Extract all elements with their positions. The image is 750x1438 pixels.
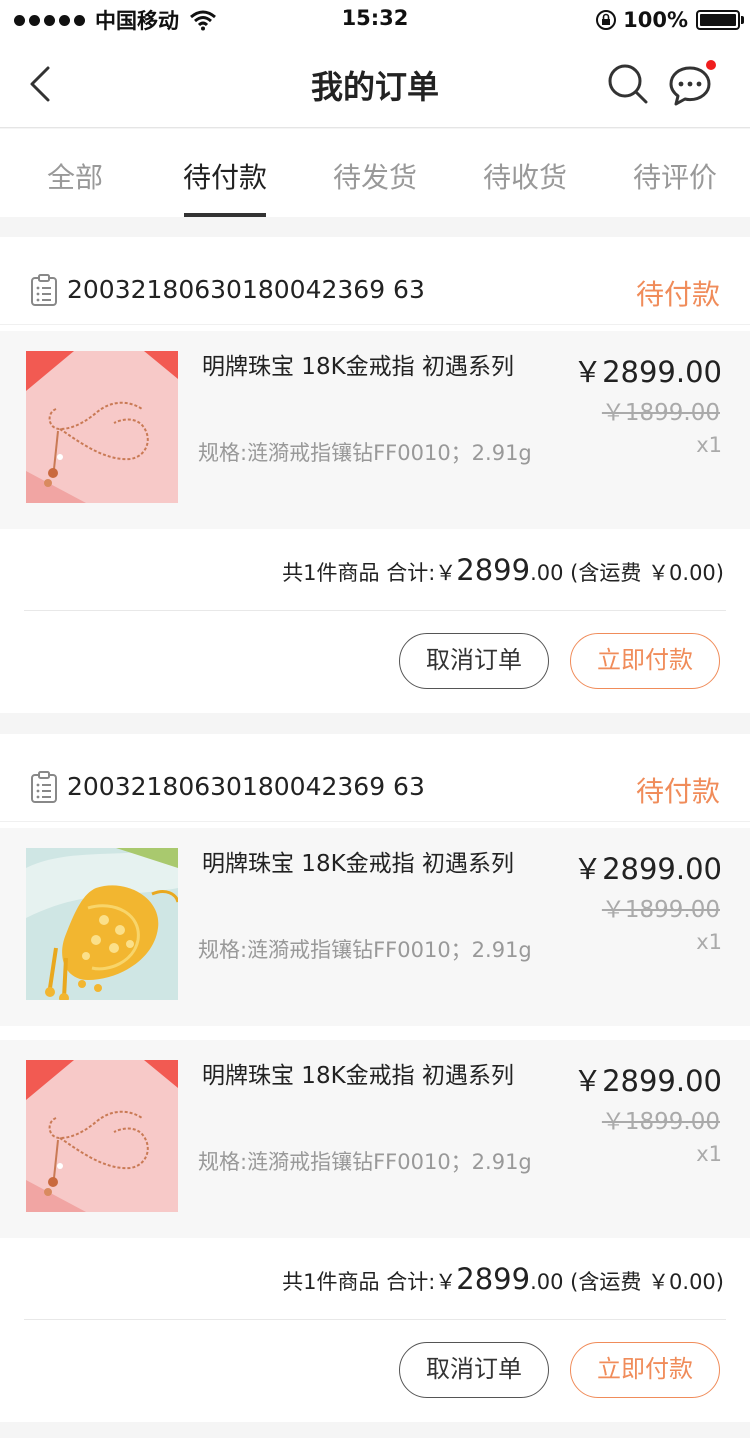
product-image xyxy=(26,1060,178,1212)
order-total: 共1件商品 合计:￥2899.00 (含运费 ￥0.00) xyxy=(282,1262,724,1296)
order-summary: 共1件商品 合计:￥2899.00 (含运费 ￥0.00) xyxy=(24,529,726,611)
product-quantity: x1 xyxy=(696,1142,722,1166)
order-item[interactable]: 明牌珠宝 18K金戒指 初遇系列 规格:涟漪戒指镶钻FF0010；2.91g ￥… xyxy=(0,1040,750,1238)
product-price: ￥2899.00 xyxy=(573,355,722,389)
nav-bar: 我的订单 xyxy=(0,40,750,128)
order-item[interactable]: 明牌珠宝 18K金戒指 初遇系列 规格:涟漪戒指镶钻FF0010；2.91g ￥… xyxy=(0,828,750,1026)
order-tabs: 全部 待付款 待发货 待收货 待评价 xyxy=(0,129,750,217)
product-name: 明牌珠宝 18K金戒指 初遇系列 xyxy=(202,354,514,380)
battery-percent: 100% xyxy=(623,8,688,32)
total-prefix: 共1件商品 合计:￥ xyxy=(282,561,457,585)
message-button[interactable] xyxy=(668,60,716,106)
product-price: ￥2899.00 xyxy=(573,1064,722,1098)
pay-now-button[interactable]: 立即付款 xyxy=(570,633,720,689)
total-suffix: .00 (含运费 ￥0.00) xyxy=(530,1270,724,1294)
order-number: 20032180630180042369 63 xyxy=(67,772,425,801)
tab-all[interactable]: 全部 xyxy=(0,129,150,217)
status-bar: 中国移动 15:32 100% xyxy=(0,0,750,40)
order-card: 20032180630180042369 63 待付款 明牌珠宝 18K金戒指 … xyxy=(0,734,750,1422)
order-summary: 共1件商品 合计:￥2899.00 (含运费 ￥0.00) xyxy=(24,1238,726,1320)
rotation-lock-icon xyxy=(596,10,617,30)
total-amount: 2899 xyxy=(456,1262,531,1296)
clipboard-icon xyxy=(31,771,57,803)
tab-pending-receipt[interactable]: 待收货 xyxy=(450,129,600,217)
product-price: ￥2899.00 xyxy=(573,852,722,886)
product-original-price: ￥1899.00 xyxy=(601,400,720,426)
cancel-order-button[interactable]: 取消订单 xyxy=(399,1342,549,1398)
search-icon[interactable] xyxy=(606,62,650,106)
product-quantity: x1 xyxy=(696,433,722,457)
message-icon xyxy=(669,66,711,106)
product-spec: 规格:涟漪戒指镶钻FF0010；2.91g xyxy=(198,1150,532,1174)
product-image xyxy=(26,351,178,503)
order-status: 待付款 xyxy=(635,775,720,808)
product-original-price: ￥1899.00 xyxy=(601,897,720,923)
order-card: 20032180630180042369 63 待付款 明牌珠宝 18K金戒指 … xyxy=(0,237,750,713)
status-right: 100% xyxy=(595,6,744,34)
order-item[interactable]: 明牌珠宝 18K金戒指 初遇系列 规格:涟漪戒指镶钻FF0010；2.91g ￥… xyxy=(0,331,750,529)
product-spec: 规格:涟漪戒指镶钻FF0010；2.91g xyxy=(198,441,532,465)
tab-pending-shipment[interactable]: 待发货 xyxy=(300,129,450,217)
order-actions: 取消订单 立即付款 xyxy=(0,1320,750,1422)
pay-now-button[interactable]: 立即付款 xyxy=(570,1342,720,1398)
order-status: 待付款 xyxy=(635,278,720,311)
total-prefix: 共1件商品 合计:￥ xyxy=(282,1270,457,1294)
total-suffix: .00 (含运费 ￥0.00) xyxy=(530,561,724,585)
product-original-price: ￥1899.00 xyxy=(601,1109,720,1135)
product-quantity: x1 xyxy=(696,930,722,954)
cancel-order-button[interactable]: 取消订单 xyxy=(399,633,549,689)
order-header: 20032180630180042369 63 待付款 xyxy=(0,734,750,822)
clipboard-icon xyxy=(31,274,57,306)
product-name: 明牌珠宝 18K金戒指 初遇系列 xyxy=(202,1063,514,1089)
total-amount: 2899 xyxy=(456,553,531,587)
tab-pending-payment[interactable]: 待付款 xyxy=(150,129,300,217)
order-total: 共1件商品 合计:￥2899.00 (含运费 ￥0.00) xyxy=(282,553,724,587)
order-number: 20032180630180042369 63 xyxy=(67,275,425,304)
battery-icon xyxy=(696,10,744,30)
tab-pending-review[interactable]: 待评价 xyxy=(600,129,750,217)
product-image xyxy=(26,848,178,1000)
product-spec: 规格:涟漪戒指镶钻FF0010；2.91g xyxy=(198,938,532,962)
product-name: 明牌珠宝 18K金戒指 初遇系列 xyxy=(202,851,514,877)
unread-badge xyxy=(706,60,716,70)
order-actions: 取消订单 立即付款 xyxy=(0,611,750,713)
order-header: 20032180630180042369 63 待付款 xyxy=(0,237,750,325)
